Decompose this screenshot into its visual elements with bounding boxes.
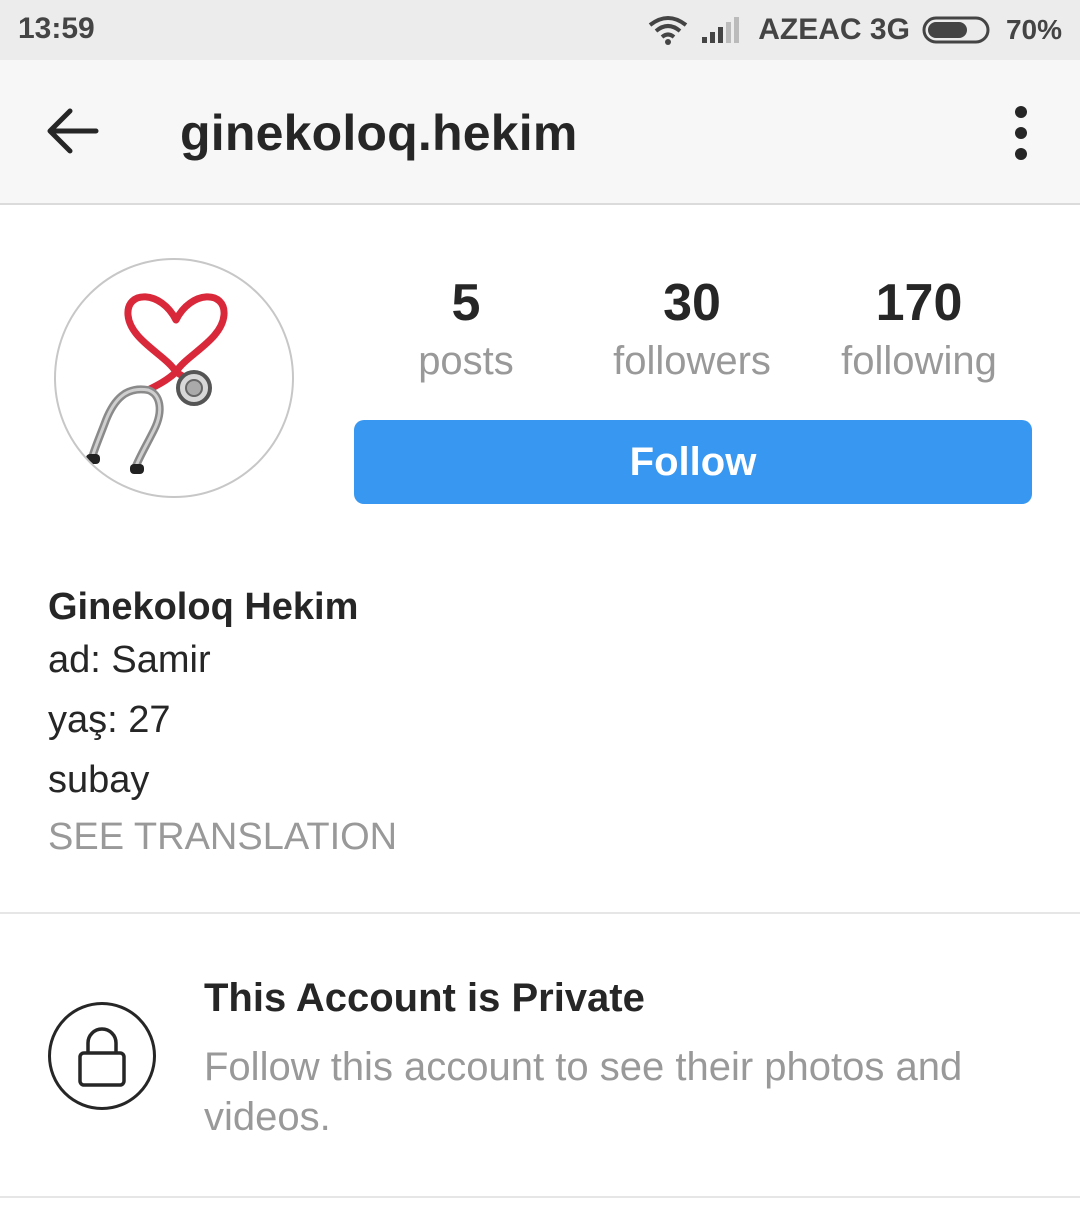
stat-posts: 5 posts	[366, 272, 566, 388]
status-bar: 13:59 AZEAC 3G 70%	[0, 0, 1080, 60]
signal-icon	[700, 15, 740, 45]
see-translation-link[interactable]: SEE TRANSLATION	[48, 810, 397, 864]
more-vertical-icon	[1015, 106, 1027, 160]
posts-label: posts	[418, 339, 514, 383]
avatar[interactable]	[54, 258, 294, 498]
bio-line: yaş: 27	[48, 699, 171, 741]
following-count: 170	[875, 274, 963, 332]
private-account-description: Follow this account to see their photos …	[204, 1045, 963, 1139]
status-icons: AZEAC 3G 70%	[648, 10, 1062, 50]
bio-line: subay	[48, 759, 150, 801]
following-label: following	[841, 339, 997, 383]
follow-button[interactable]: Follow	[354, 420, 1032, 504]
battery-percent: 70%	[1005, 14, 1062, 45]
back-arrow-icon	[47, 108, 99, 154]
carrier-label: AZEAC 3G	[758, 13, 910, 46]
back-button[interactable]	[40, 98, 106, 164]
stethoscope-heart-icon	[86, 293, 228, 474]
private-account-title: This Account is Private	[204, 976, 645, 1020]
lock-icon	[78, 1027, 126, 1087]
divider	[0, 1196, 1080, 1198]
bio-line: ad: Samir	[48, 639, 211, 681]
wifi-icon	[648, 15, 688, 45]
battery-icon	[922, 15, 994, 45]
followers-count: 30	[663, 274, 721, 332]
profile-name: Ginekoloq Hekim	[48, 586, 359, 628]
more-options-button[interactable]	[998, 102, 1044, 164]
stat-following[interactable]: 170 following	[819, 272, 1019, 388]
app-bar: ginekoloq.hekim	[0, 60, 1080, 205]
bio: Ginekoloq Hekim ad: Samir yaş: 27 subay …	[48, 584, 397, 864]
followers-label: followers	[613, 339, 771, 383]
status-time: 13:59	[18, 12, 95, 45]
divider	[0, 912, 1080, 914]
stat-followers[interactable]: 30 followers	[592, 272, 792, 388]
lock-badge	[48, 1002, 156, 1110]
posts-count: 5	[451, 274, 481, 332]
page-title: ginekoloq.hekim	[180, 105, 578, 161]
